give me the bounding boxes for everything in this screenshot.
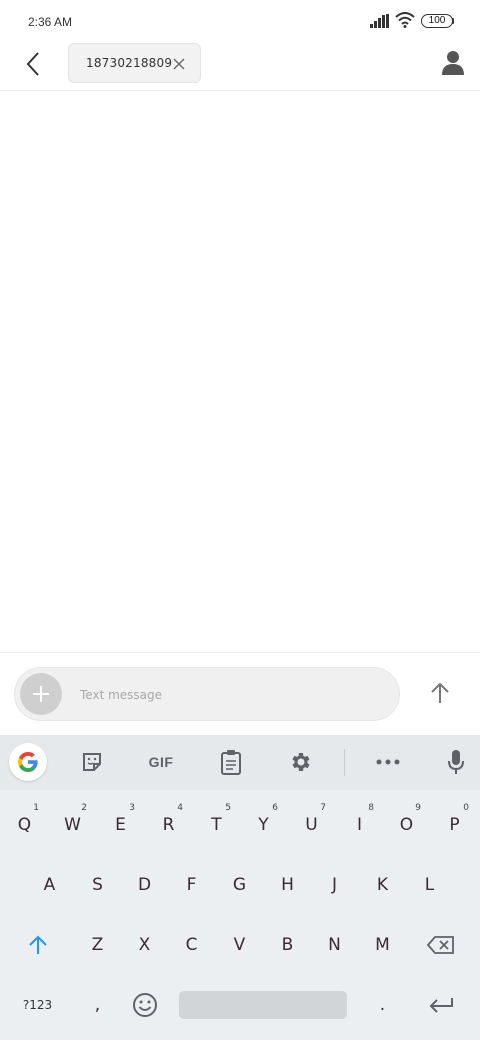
backspace-icon: [427, 936, 454, 954]
google-search-button[interactable]: [9, 743, 47, 781]
compose-divider: [0, 652, 480, 653]
key-row-3: Z X C V B N M: [0, 915, 480, 975]
key-c[interactable]: C: [168, 915, 215, 975]
keyboard-toolbar: GIF: [0, 735, 480, 790]
plus-icon: [33, 686, 49, 702]
key-j[interactable]: J: [311, 855, 358, 915]
conversation-header: 18730218809: [0, 40, 480, 91]
key-p[interactable]: P0: [431, 795, 478, 855]
recipient-number: 18730218809: [86, 56, 173, 70]
send-button[interactable]: [423, 676, 457, 710]
back-arrow-icon[interactable]: [20, 50, 46, 78]
key-r[interactable]: R4: [145, 795, 192, 855]
key-e[interactable]: E3: [97, 795, 144, 855]
microphone-icon[interactable]: [441, 745, 471, 779]
battery-indicator: 100: [421, 14, 453, 28]
status-time: 2:36 AM: [28, 15, 73, 29]
key-k[interactable]: K: [359, 855, 406, 915]
key-s[interactable]: S: [74, 855, 121, 915]
status-bar: 2:36 AM 100: [0, 0, 480, 44]
arrow-up-icon: [431, 682, 449, 703]
key-t[interactable]: T5: [193, 795, 240, 855]
message-input[interactable]: [80, 684, 380, 706]
key-n[interactable]: N: [311, 915, 358, 975]
key-row-2: A S D F G H J K L: [0, 855, 480, 915]
message-list[interactable]: [0, 91, 480, 652]
key-y[interactable]: Y6: [240, 795, 287, 855]
key-x[interactable]: X: [121, 915, 168, 975]
key-i[interactable]: I8: [336, 795, 383, 855]
key-row-1: Q1 W2 E3 R4 T5 Y6 U7 I8 O9 P0: [0, 795, 480, 855]
symbols-key[interactable]: ?123: [14, 975, 61, 1035]
emoji-key[interactable]: [121, 975, 168, 1035]
recipient-chip[interactable]: 18730218809: [68, 43, 201, 83]
key-b[interactable]: B: [264, 915, 311, 975]
gear-icon[interactable]: [286, 745, 316, 779]
space-key[interactable]: [179, 991, 347, 1019]
close-icon[interactable]: [171, 56, 187, 72]
key-q[interactable]: Q1: [1, 795, 48, 855]
add-attachment-button[interactable]: [20, 673, 62, 715]
enter-icon: [429, 998, 453, 1013]
comma-key[interactable]: ,: [74, 975, 121, 1035]
emoji-icon: [132, 993, 157, 1017]
sticker-icon[interactable]: [76, 745, 108, 779]
google-g-icon: [18, 752, 38, 772]
keyboard: GIF Q1 W 2 E 3 R 4 T 5 Y 6 U 7 I 8 O 9 P…: [0, 735, 480, 1040]
shift-key[interactable]: [14, 915, 62, 975]
key-l[interactable]: L: [406, 855, 453, 915]
signal-icon: [370, 14, 389, 28]
key-v[interactable]: V: [216, 915, 263, 975]
key-u[interactable]: U7: [288, 795, 335, 855]
key-d[interactable]: D: [121, 855, 168, 915]
key-h[interactable]: H: [264, 855, 311, 915]
key-g[interactable]: G: [216, 855, 263, 915]
battery-cap: [452, 18, 454, 24]
contact-person-icon[interactable]: [441, 50, 465, 76]
key-f[interactable]: F: [168, 855, 215, 915]
key-w[interactable]: W2: [49, 795, 96, 855]
compose-bar: [14, 667, 400, 721]
gif-button[interactable]: GIF: [142, 745, 180, 779]
toolbar-separator: [344, 749, 345, 776]
gif-label: GIF: [148, 754, 174, 770]
key-m[interactable]: M: [359, 915, 406, 975]
more-options-icon[interactable]: [372, 745, 404, 779]
period-key[interactable]: .: [359, 975, 406, 1035]
key-o[interactable]: O9: [383, 795, 430, 855]
key-a[interactable]: A: [26, 855, 73, 915]
clipboard-icon[interactable]: [216, 745, 246, 779]
key-z[interactable]: Z: [74, 915, 121, 975]
backspace-key[interactable]: [416, 915, 466, 975]
wifi-icon: [395, 12, 415, 28]
shift-arrow-icon: [29, 935, 47, 954]
enter-key[interactable]: [417, 975, 464, 1035]
